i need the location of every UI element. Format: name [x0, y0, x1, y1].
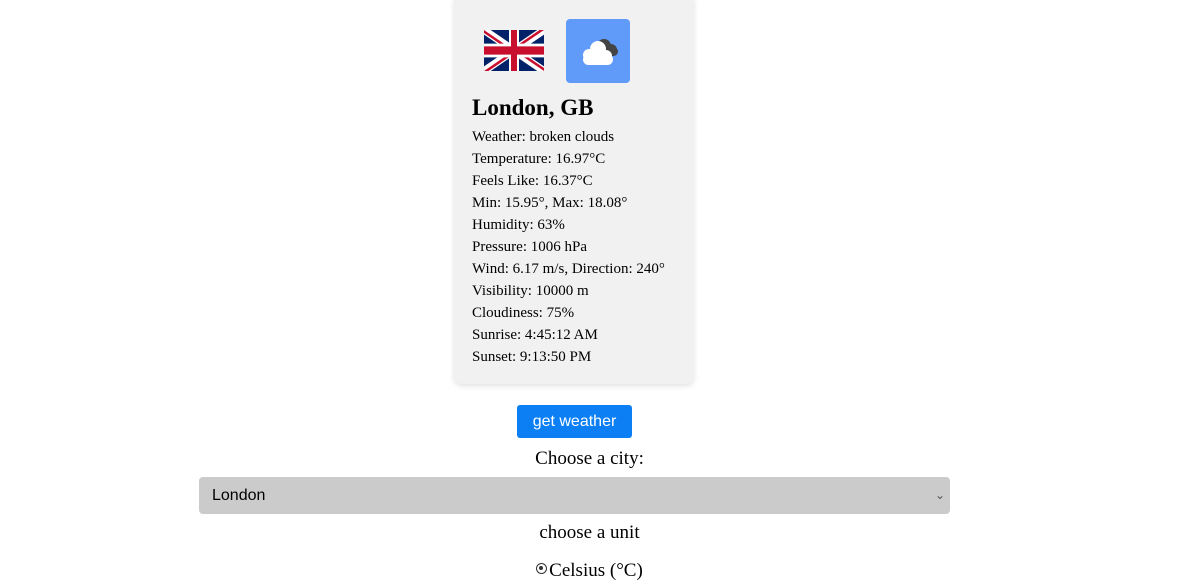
weather-card: London, GB Weather: broken clouds Temper…	[454, 0, 694, 384]
unit-option-celsius[interactable]: Celsius (°C)	[0, 559, 1179, 583]
celsius-radio[interactable]	[536, 563, 548, 574]
feels-like: Feels Like: 16.37°C	[472, 173, 593, 189]
sunset: Sunset: 9:13:50 PM	[472, 349, 592, 365]
pressure: Pressure: 1006 hPa	[472, 239, 587, 255]
choose-city-label: Choose a city:	[535, 448, 644, 469]
broken-clouds-icon	[566, 19, 630, 83]
chevron-down-icon: ⌄	[934, 488, 945, 502]
celsius-label: Celsius (°C)	[549, 560, 643, 581]
min-max: Min: 15.95°, Max: 18.08°	[472, 195, 628, 211]
wind: Wind: 6.17 m/s, Direction: 240°	[472, 261, 665, 277]
temperature: Temperature: 16.97°C	[472, 151, 606, 167]
city-title: London, GB	[472, 95, 594, 120]
uk-flag-icon	[484, 30, 544, 71]
city-select[interactable]: London ⌄	[199, 477, 950, 514]
get-weather-button[interactable]: get weather	[517, 405, 632, 438]
visibility: Visibility: 10000 m	[472, 283, 589, 299]
cloudiness: Cloudiness: 75%	[472, 305, 575, 321]
weather-details: Weather: broken clouds Temperature: 16.9…	[472, 126, 665, 368]
humidity: Humidity: 63%	[472, 217, 565, 233]
sunrise: Sunrise: 4:45:12 AM	[472, 327, 598, 343]
city-select-value: London	[212, 487, 266, 504]
choose-unit-label: choose a unit	[539, 522, 640, 543]
weather-description: Weather: broken clouds	[472, 129, 615, 145]
